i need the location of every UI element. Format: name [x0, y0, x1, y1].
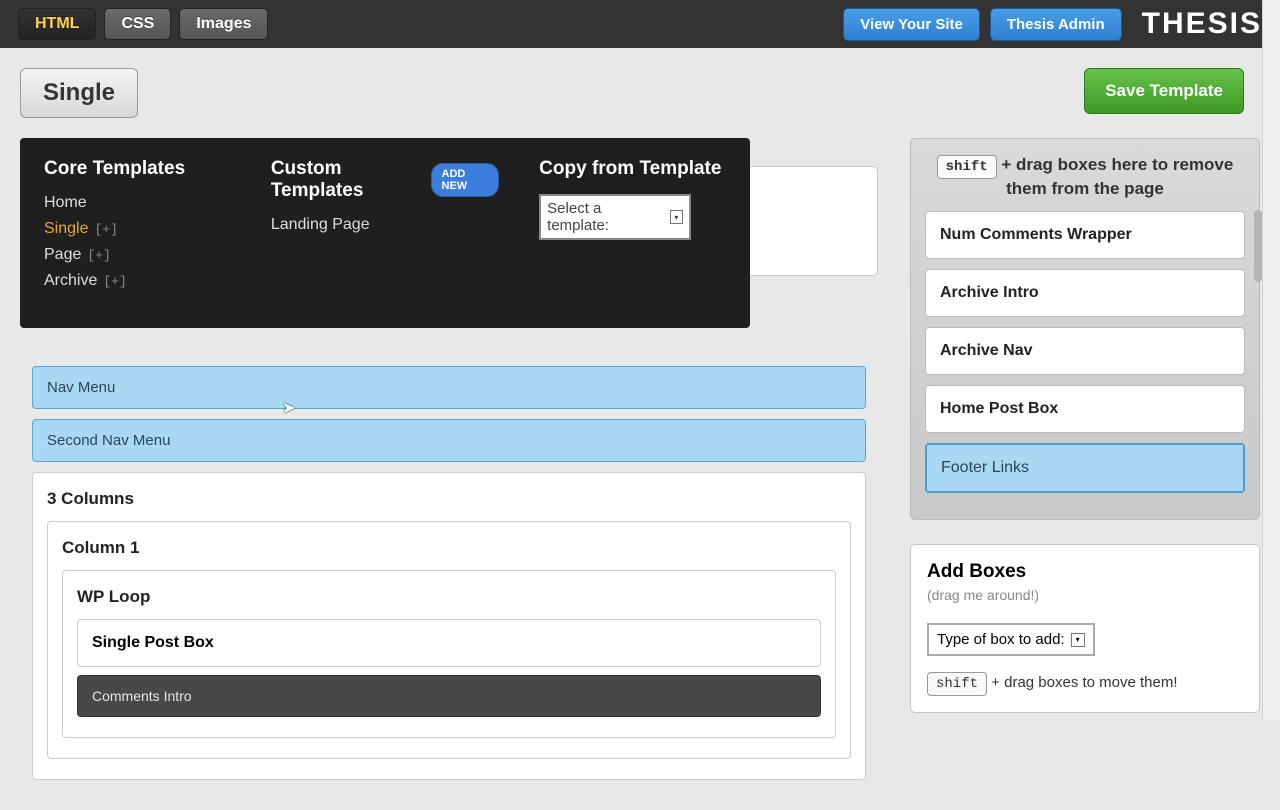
- add-new-button[interactable]: ADD NEW: [431, 163, 500, 197]
- core-item-home[interactable]: Home: [44, 194, 231, 212]
- copy-template-heading: Copy from Template: [539, 158, 726, 180]
- box-wp-loop[interactable]: WP Loop Single Post Box Comments Intro: [62, 570, 836, 738]
- template-dropdown: Core Templates Home Single [+] Page [+] Ar…: [20, 138, 750, 328]
- tab-group: HTML CSS Images: [18, 8, 268, 40]
- box-single-post-title: Single Post Box: [92, 634, 806, 652]
- cursor-icon: ➤: [282, 398, 295, 418]
- core-item-page[interactable]: Page [+]: [44, 246, 231, 264]
- core-templates-heading: Core Templates: [44, 158, 231, 180]
- thesis-admin-button[interactable]: Thesis Admin: [990, 8, 1122, 41]
- tab-html[interactable]: HTML: [18, 8, 96, 40]
- template-selector-button[interactable]: Single: [20, 68, 138, 118]
- expand-tag[interactable]: [+]: [87, 248, 110, 263]
- box-nav-menu[interactable]: Nav Menu: [32, 366, 866, 409]
- top-bar: HTML CSS Images View Your Site Thesis Ad…: [0, 0, 1280, 48]
- custom-templates-heading-label: Custom Templates: [271, 158, 421, 202]
- remove-hint-text: + drag boxes here to remove them from th…: [997, 155, 1234, 198]
- remove-hint: shift + drag boxes here to remove them f…: [925, 155, 1245, 199]
- tab-images[interactable]: Images: [179, 8, 268, 40]
- box-comments-intro[interactable]: Comments Intro: [77, 675, 821, 717]
- core-item-archive-label: Archive: [44, 272, 97, 289]
- logo: THESIS: [1142, 7, 1262, 41]
- top-actions: View Your Site Thesis Admin THESIS: [843, 7, 1262, 41]
- box-single-post[interactable]: Single Post Box: [77, 619, 821, 667]
- core-item-archive[interactable]: Archive [+]: [44, 272, 231, 290]
- box-column-1[interactable]: Column 1 WP Loop Single Post Box Comment…: [47, 521, 851, 759]
- removed-archive-nav[interactable]: Archive Nav: [925, 327, 1245, 375]
- removed-footer-links[interactable]: Footer Links: [925, 443, 1245, 493]
- custom-templates-heading: Custom Templates ADD NEW: [271, 158, 499, 202]
- removed-archive-intro[interactable]: Archive Intro: [925, 269, 1245, 317]
- scrollbar[interactable]: [1262, 0, 1280, 720]
- box-wp-loop-title: WP Loop: [77, 587, 821, 607]
- save-template-button[interactable]: Save Template: [1084, 68, 1244, 114]
- chevron-down-icon: ▾: [670, 210, 684, 224]
- add-boxes-title: Add Boxes: [927, 561, 1243, 583]
- expand-tag[interactable]: [+]: [94, 222, 117, 237]
- core-item-single[interactable]: Single [+]: [44, 220, 231, 238]
- copy-template-select-label: Select a template:: [547, 200, 663, 234]
- removed-num-comments[interactable]: Num Comments Wrapper: [925, 211, 1245, 259]
- custom-item-landing[interactable]: Landing Page: [271, 216, 499, 234]
- chevron-down-icon: ▾: [1071, 633, 1085, 647]
- box-type-select-label: Type of box to add:: [937, 631, 1065, 648]
- add-boxes-subtitle: (drag me around!): [927, 587, 1243, 603]
- removed-home-post[interactable]: Home Post Box: [925, 385, 1245, 433]
- core-item-page-label: Page: [44, 246, 81, 263]
- move-hint-text: + drag boxes to move them!: [987, 674, 1178, 691]
- box-3-columns[interactable]: 3 Columns Column 1 WP Loop Single Post B…: [32, 472, 866, 780]
- remove-panel[interactable]: shift + drag boxes here to remove them f…: [910, 138, 1260, 520]
- tab-css[interactable]: CSS: [104, 8, 171, 40]
- core-item-single-label: Single: [44, 220, 88, 237]
- box-second-nav[interactable]: Second Nav Menu: [32, 419, 866, 462]
- box-3-columns-title: 3 Columns: [47, 489, 851, 509]
- move-hint: shift + drag boxes to move them!: [927, 672, 1243, 696]
- scroll-thumb[interactable]: [1254, 210, 1262, 282]
- shift-key: shift: [937, 155, 997, 179]
- add-boxes-panel[interactable]: Add Boxes (drag me around!) Type of box …: [910, 544, 1260, 713]
- box-column-1-title: Column 1: [62, 538, 836, 558]
- view-site-button[interactable]: View Your Site: [843, 8, 980, 41]
- box-type-select[interactable]: Type of box to add: ▾: [927, 623, 1095, 656]
- copy-template-select[interactable]: Select a template: ▾: [539, 194, 691, 240]
- shift-key: shift: [927, 672, 987, 696]
- expand-tag[interactable]: [+]: [103, 274, 126, 289]
